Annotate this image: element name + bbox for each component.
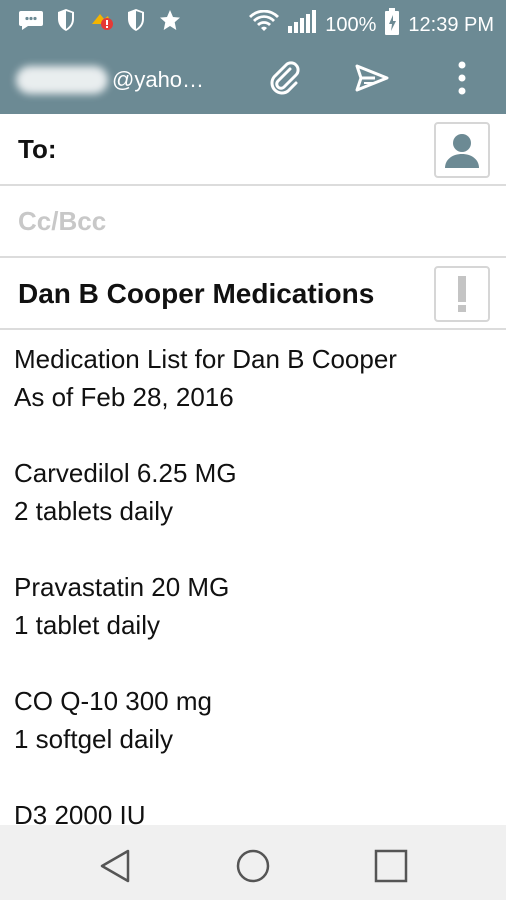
notification-icons xyxy=(18,8,182,37)
body-line: CO Q-10 300 mg xyxy=(14,686,212,716)
battery-charging-icon xyxy=(384,8,400,42)
recents-icon xyxy=(374,849,408,883)
status-bar: 100% 12:39 PM xyxy=(0,0,506,42)
clock-time: 12:39 PM xyxy=(408,13,494,36)
compose-toolbar: @yaho… xyxy=(0,42,506,114)
cc-bcc-field[interactable]: Cc/Bcc xyxy=(18,206,106,237)
message-body[interactable]: Medication List for Dan B Cooper As of F… xyxy=(0,330,506,825)
body-line: D3 2000 IU xyxy=(14,800,146,825)
status-right: 100% 12:39 PM xyxy=(249,8,494,42)
account-selector[interactable]: @yaho… xyxy=(16,66,204,94)
attach-button[interactable] xyxy=(262,56,306,100)
body-line: 1 softgel daily xyxy=(14,724,173,754)
redacted-username xyxy=(16,66,108,94)
cc-row: Cc/Bcc xyxy=(0,186,506,258)
priority-icon xyxy=(458,276,466,312)
contact-icon xyxy=(445,134,479,168)
add-contact-button[interactable] xyxy=(434,122,490,178)
attach-icon xyxy=(270,61,300,95)
home-icon xyxy=(236,849,270,883)
shield-icon xyxy=(126,8,146,37)
subject-field[interactable]: Dan B Cooper Medications xyxy=(18,278,374,310)
home-button[interactable] xyxy=(230,843,276,889)
battery-percent: 100% xyxy=(325,13,377,36)
message-icon xyxy=(18,9,44,36)
wifi-icon xyxy=(249,9,280,40)
send-icon xyxy=(355,64,389,92)
back-button[interactable] xyxy=(92,843,138,889)
body-line: Medication List for Dan B Cooper xyxy=(14,344,397,374)
shield-icon xyxy=(56,8,76,37)
body-line: As of Feb 28, 2016 xyxy=(14,382,234,412)
account-email: @yaho… xyxy=(112,67,205,92)
back-icon xyxy=(100,849,130,883)
to-row: To: xyxy=(0,114,506,186)
star-icon xyxy=(158,8,182,37)
body-line: 2 tablets daily xyxy=(14,496,173,526)
body-line: 1 tablet daily xyxy=(14,610,160,640)
signal-icon xyxy=(287,10,317,40)
priority-button[interactable] xyxy=(434,266,490,322)
overflow-menu-icon xyxy=(458,61,466,95)
to-field[interactable]: To: xyxy=(18,134,57,165)
body-line: Pravastatin 20 MG xyxy=(14,572,230,602)
body-line: Carvedilol 6.25 MG xyxy=(14,458,237,488)
recents-button[interactable] xyxy=(368,843,414,889)
overflow-menu-button[interactable] xyxy=(440,56,484,100)
send-button[interactable] xyxy=(350,56,394,100)
navigation-bar xyxy=(0,825,506,900)
subject-row: Dan B Cooper Medications xyxy=(0,258,506,330)
app-notification-icon xyxy=(88,8,114,37)
